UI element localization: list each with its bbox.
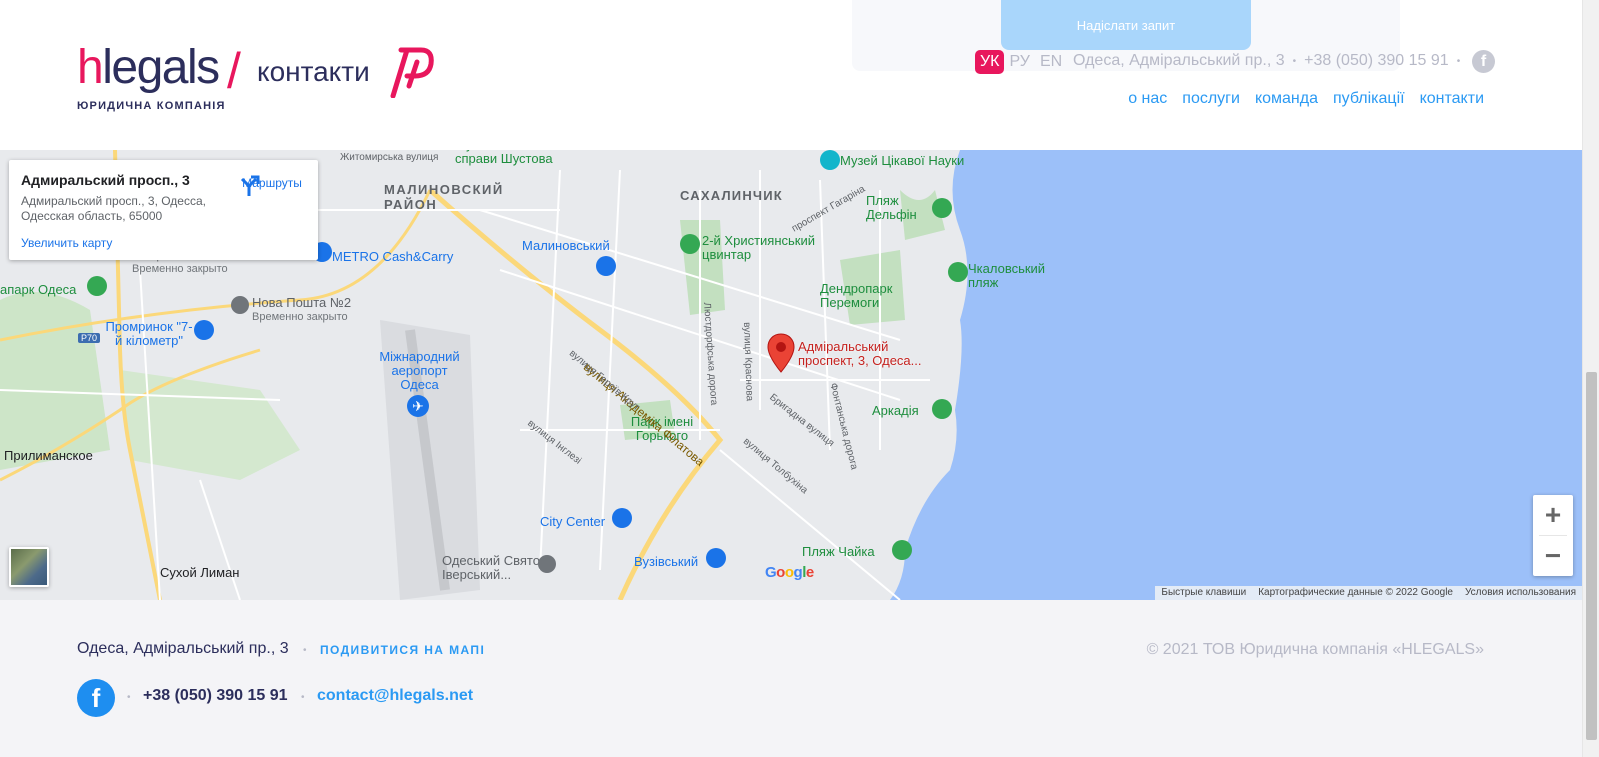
shopping-pin-icon[interactable] [706, 548, 726, 568]
location-marker-icon[interactable] [767, 333, 795, 373]
header-address: Одеса, Адміральський пр., 3 [1073, 52, 1285, 69]
footer-phone[interactable]: +38 (050) 390 15 91 [143, 687, 288, 705]
place-info-card: Адмиральский просп., 3 Адмиральский прос… [9, 160, 318, 260]
map-label-city-center: City Center [540, 514, 606, 529]
lang-uk[interactable]: УК [975, 50, 1005, 74]
map-label-beach-dolphin: Пляж Дельфін [866, 193, 917, 222]
lang-ru[interactable]: РУ [1004, 50, 1034, 74]
map-label-nova-poshta: Нова Пошта №2 Временно закрыто [252, 295, 352, 324]
map-data-credit: Картографические данные © 2022 Google [1258, 587, 1453, 598]
beach-pin-icon[interactable] [892, 540, 912, 560]
map-label-monastery: Одеський Свято-Іверський... [442, 553, 545, 582]
zoom-in-button[interactable]: + [1533, 495, 1573, 535]
site-header: Надіслати запит hlegals / контакти ЮРИДИ… [0, 0, 1582, 150]
map-label-chkalov-beach: Чкаловський пляж [968, 261, 1046, 290]
map-attribution: Быстрые клавиши Картографические данные … [1155, 586, 1582, 600]
map-label-museum-science: Музей Цікавої Науки [840, 153, 965, 168]
map-label-vuzivskyi: Вузівський [634, 554, 699, 569]
enlarge-map-link[interactable]: Увеличить карту [21, 236, 112, 250]
nav-contacts[interactable]: контакти [1420, 90, 1484, 108]
nav-about[interactable]: о нас [1128, 90, 1167, 108]
zoom-out-button[interactable]: − [1533, 536, 1573, 576]
logo[interactable]: hlegals / контакти ЮРИДИЧНА КОМПАНІЯ [77, 44, 437, 116]
nav-publications[interactable]: публікації [1333, 90, 1405, 108]
lang-en[interactable]: EN [1035, 50, 1067, 74]
zoom-controls: + − [1533, 495, 1573, 576]
page: Надіслати запит hlegals / контакти ЮРИДИ… [0, 0, 1599, 757]
language-switcher: УК РУ EN [975, 50, 1067, 74]
map-label-sakhalinchyk: САХАЛИНЧИК [680, 188, 783, 203]
place-title: Адмиральский просп., 3 [21, 172, 190, 188]
header-phone[interactable]: +38 (050) 390 15 91 [1304, 52, 1449, 70]
nav-services[interactable]: послуги [1182, 90, 1240, 108]
beach-pin-icon[interactable] [932, 399, 952, 419]
main-nav: о нас послуги команда публікації контакт… [1128, 90, 1484, 108]
satellite-toggle[interactable] [9, 547, 49, 587]
directions-icon [240, 175, 260, 196]
header-contacts: Одеса, Адміральський пр., 3 • +38 (050) … [1073, 52, 1461, 70]
map-label-malinovskyi: Малиновський [522, 238, 610, 253]
marker-label: Адміральський проспект, 3, Одеса... [798, 339, 922, 368]
terms-link[interactable]: Условия использования [1459, 586, 1582, 600]
logo-subtitle: ЮРИДИЧНА КОМПАНІЯ [77, 100, 226, 112]
map-label-museum-shustov: Музей коньячной справи Шустова [455, 150, 559, 166]
map-label-cemetery: 2-й Християнський цвинтар [702, 233, 816, 262]
place-pin-icon[interactable] [231, 296, 249, 314]
facebook-icon[interactable]: f [77, 679, 115, 717]
map-label-street-zhytomyrska: Житомирська вулиця [340, 152, 439, 163]
map-label-prominok: Промринок "7-й кілометр" [105, 319, 193, 348]
museum-pin-icon[interactable] [820, 150, 840, 170]
place-address: Адмиральский просп., 3, Одесса, Одесская… [21, 194, 206, 223]
map-label-aquapark: апарк Одеса [0, 282, 77, 297]
map-label-airport: Міжнародний аеропорт Одеса [379, 349, 460, 392]
map-label-sukhoi-liman: Сухой Лиман [160, 565, 240, 580]
copyright: © 2021 ТОВ Юридична компанія «HLEGALS» [1146, 641, 1484, 658]
map-label-dendropark: Дендропарк Перемоги [820, 281, 893, 310]
google-map[interactable]: МАЛИНОВСКИЙ РАЙОН САХАЛИНЧИК Музей конья… [0, 150, 1582, 600]
logo-slash: / [227, 43, 241, 99]
logo-wordmark: hlegals [77, 41, 220, 94]
map-label-district: МАЛИНОВСКИЙ РАЙОН [384, 182, 504, 212]
page-name: контакти [257, 56, 370, 87]
place-pin-icon[interactable] [538, 555, 556, 573]
park-pin-icon[interactable] [87, 276, 107, 296]
directions-button[interactable]: Маршруты [237, 174, 307, 196]
logo-mark-icon [390, 47, 434, 98]
scrollbar-thumb[interactable] [1586, 372, 1597, 740]
facebook-icon[interactable]: f [1472, 50, 1495, 73]
view-on-map-link[interactable]: ПОДИВИТИСЯ НА МАПІ [320, 643, 485, 657]
beach-pin-icon[interactable] [948, 262, 968, 282]
footer-address: Одеса, Адміральський пр., 3 [77, 640, 289, 657]
shopping-pin-icon[interactable] [596, 256, 616, 276]
map-label-arcadia: Аркадія [872, 403, 919, 418]
shopping-pin-icon[interactable] [612, 508, 632, 528]
map-label-metro: METRO Cash&Carry [332, 249, 454, 264]
site-footer: Одеса, Адміральський пр., 3 • ПОДИВИТИСЯ… [0, 600, 1582, 757]
park-pin-icon[interactable] [680, 234, 700, 254]
submit-request-button[interactable]: Надіслати запит [1001, 0, 1251, 50]
keyboard-shortcuts-link[interactable]: Быстрые клавиши [1155, 586, 1252, 600]
google-logo: Google [765, 564, 814, 581]
map-label-chaika: Пляж Чайка [802, 544, 875, 559]
footer-email[interactable]: contact@hlegals.net [317, 687, 473, 705]
nav-team[interactable]: команда [1255, 90, 1318, 108]
airport-icon[interactable]: ✈ [407, 395, 429, 417]
shopping-pin-icon[interactable] [194, 320, 214, 340]
map-label-road-p70: P70 [78, 333, 101, 343]
map-label-prilimanske: Прилиманское [4, 448, 93, 463]
page-scrollbar[interactable] [1582, 0, 1599, 757]
beach-pin-icon[interactable] [932, 198, 952, 218]
